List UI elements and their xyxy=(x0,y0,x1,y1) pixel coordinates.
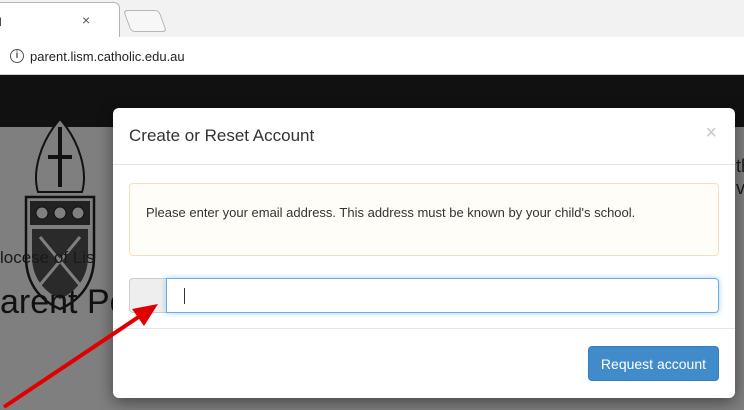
tab-title: rtal xyxy=(0,15,2,29)
modal-title: Create or Reset Account xyxy=(129,126,315,145)
email-field[interactable] xyxy=(166,278,719,313)
request-account-button[interactable]: Request account xyxy=(587,346,719,381)
browser-tabstrip: rtal × xyxy=(0,0,744,37)
create-reset-account-modal: Create or Reset Account × Please enter y… xyxy=(113,108,735,398)
address-bar[interactable]: i parent.lism.catholic.edu.au xyxy=(0,37,744,75)
new-tab-button[interactable] xyxy=(122,10,168,32)
close-icon[interactable]: × xyxy=(705,122,717,145)
browser-tab[interactable]: rtal × xyxy=(0,2,120,37)
input-addon xyxy=(129,278,166,313)
info-alert: Please enter your email address. This ad… xyxy=(129,183,719,256)
modal-footer: Request account xyxy=(113,328,735,398)
url-text[interactable]: parent.lism.catholic.edu.au xyxy=(30,49,185,64)
tab-close-icon[interactable]: × xyxy=(82,12,90,28)
modal-header: Create or Reset Account × xyxy=(113,108,735,165)
text-cursor xyxy=(184,288,185,304)
info-icon[interactable]: i xyxy=(10,49,24,63)
email-input-group xyxy=(129,278,719,313)
